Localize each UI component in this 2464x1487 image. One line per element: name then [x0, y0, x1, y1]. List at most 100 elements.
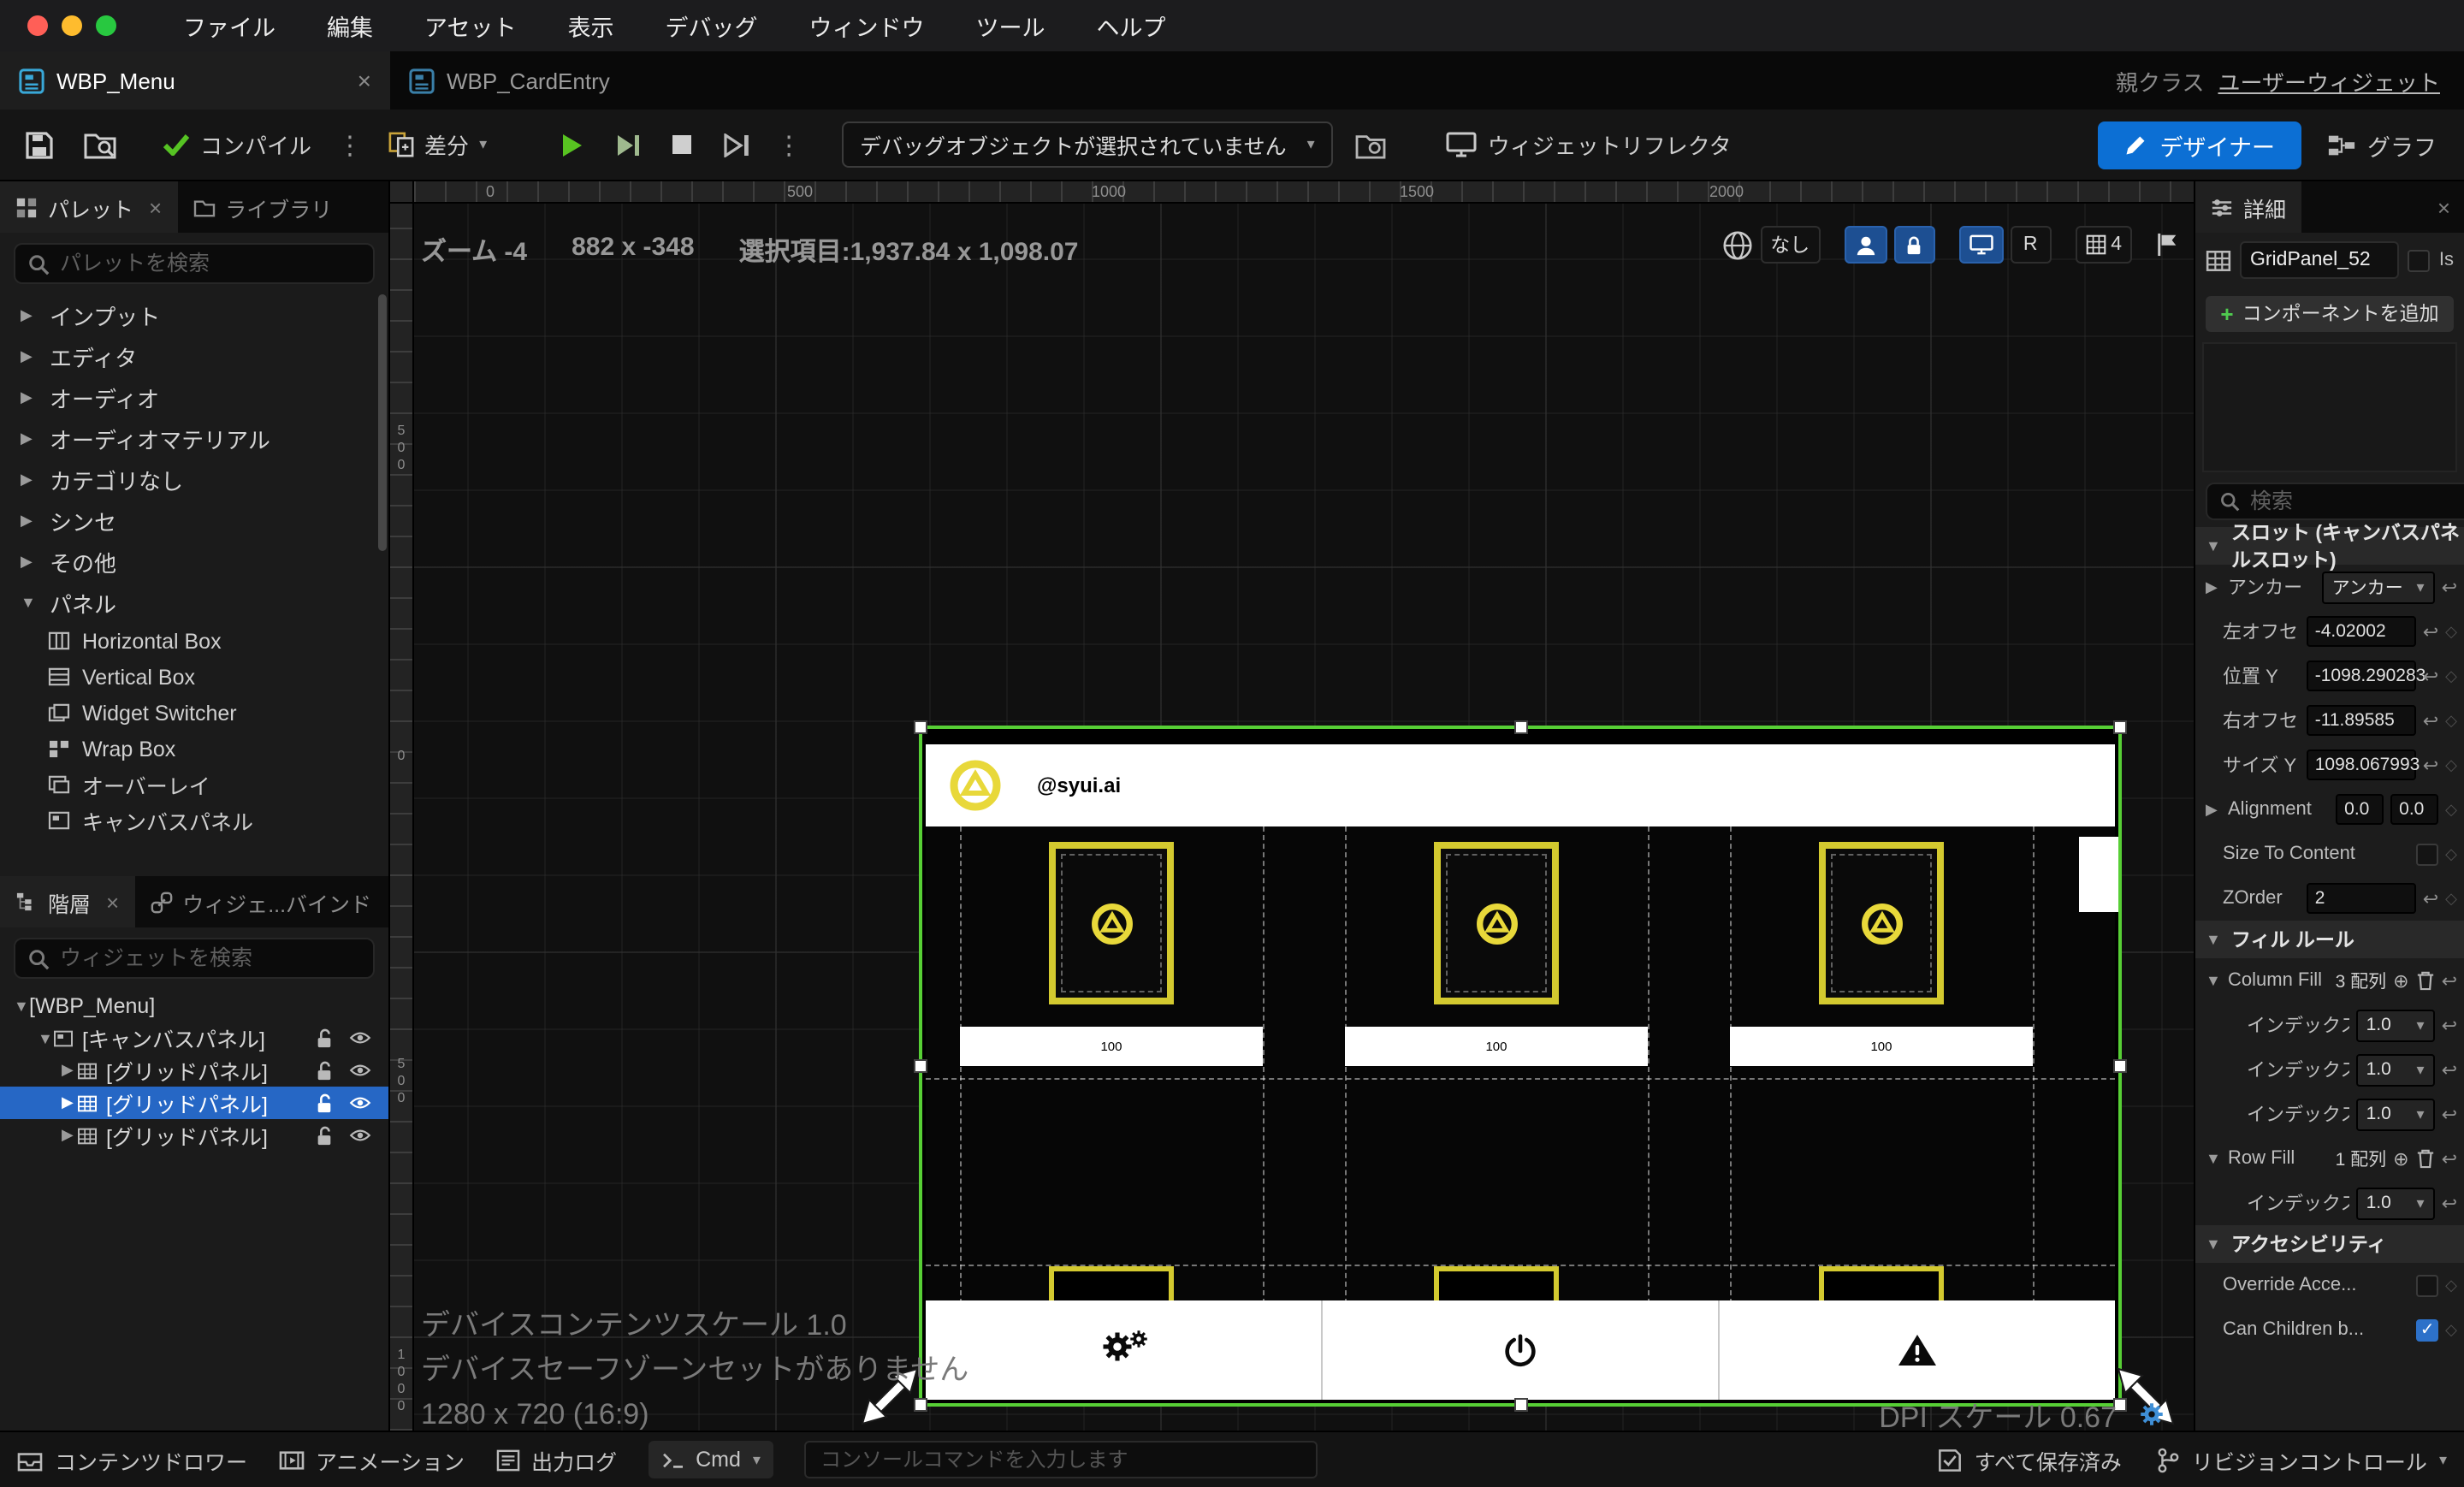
stop-button[interactable]: [663, 127, 699, 163]
save-button[interactable]: [17, 122, 62, 167]
frame-skip-button[interactable]: [607, 126, 648, 163]
unlock-icon[interactable]: [315, 1028, 334, 1048]
tree-item-grid-panel-1[interactable]: ▶ [グリッドパネル]: [0, 1054, 388, 1087]
widget-reflector-button[interactable]: ウィジェットリフレクタ: [1440, 121, 1738, 168]
parent-class-link[interactable]: ユーザーウィジェット: [2218, 64, 2441, 97]
palette-category-editor[interactable]: ▶エディタ: [0, 335, 388, 376]
right-offset-input[interactable]: -11.89585: [2307, 705, 2416, 736]
minimize-window-button[interactable]: [62, 15, 82, 36]
reset-icon[interactable]: ↩: [2442, 1103, 2457, 1125]
close-icon[interactable]: ×: [358, 67, 371, 94]
output-log-button[interactable]: 出力ログ: [495, 1443, 617, 1476]
flag-icon[interactable]: [2156, 231, 2180, 258]
add-element-icon[interactable]: ⊕: [2393, 1147, 2408, 1170]
localization-globe-icon[interactable]: [1721, 228, 1753, 261]
details-search-input[interactable]: [2250, 489, 2464, 513]
browse-debug-object-button[interactable]: [1349, 124, 1394, 165]
eye-icon[interactable]: [349, 1128, 371, 1143]
tree-item-wbp-menu[interactable]: ▼ [WBP_Menu]: [0, 989, 388, 1022]
designer-viewport[interactable]: 0 500 1000 1500 2000 500 0 500 1000 ズーム …: [390, 181, 2194, 1431]
section-fill-rules[interactable]: ▼ フィル ルール: [2195, 921, 2464, 958]
play-options-kebab[interactable]: ⋮: [773, 129, 805, 160]
reset-icon[interactable]: ↩: [2442, 1014, 2457, 1036]
chevron-right-icon[interactable]: ▶: [62, 1061, 77, 1080]
override-accessible-checkbox[interactable]: [2416, 1274, 2438, 1296]
selection-handle[interactable]: [2113, 720, 2127, 734]
revision-control-button[interactable]: リビジョンコントロール ▾: [2156, 1443, 2447, 1476]
can-children-checkbox[interactable]: ✓: [2416, 1318, 2438, 1341]
chevron-down-icon[interactable]: ▼: [14, 997, 29, 1014]
hierarchy-search-input[interactable]: [60, 946, 361, 970]
details-search[interactable]: [2206, 483, 2464, 520]
chevron-down-icon[interactable]: ▼: [38, 1029, 53, 1046]
reset-icon[interactable]: ↩: [2423, 754, 2438, 776]
section-accessibility[interactable]: ▼ アクセシビリティ: [2195, 1225, 2464, 1263]
palette-category-audiomaterial[interactable]: ▶オーディオマテリアル: [0, 418, 388, 459]
bind-diamond-icon[interactable]: ◇: [2445, 622, 2457, 641]
reset-icon[interactable]: ↩: [2423, 887, 2438, 909]
palette-item-vertical-box[interactable]: Vertical Box: [0, 659, 388, 695]
palette-item-horizontal-box[interactable]: Horizontal Box: [0, 623, 388, 659]
palette-category-uncategorized[interactable]: ▶カテゴリなし: [0, 459, 388, 500]
save-status-button[interactable]: すべて保存済み: [1937, 1443, 2122, 1476]
dpi-settings-gear-icon[interactable]: [2137, 1400, 2166, 1429]
bind-diamond-icon[interactable]: ◇: [2445, 1320, 2457, 1339]
chevron-right-icon[interactable]: ▶: [62, 1093, 77, 1112]
browse-asset-button[interactable]: [77, 123, 123, 166]
grid-snap-button[interactable]: 4: [2075, 226, 2132, 264]
menu-asset[interactable]: アセット: [399, 9, 542, 43]
tree-item-grid-panel-2-selected[interactable]: ▶ [グリッドパネル]: [0, 1087, 388, 1119]
diff-button[interactable]: 差分 ▾: [382, 121, 494, 168]
reset-icon[interactable]: ↩: [2423, 665, 2438, 687]
reset-icon[interactable]: ↩: [2442, 969, 2457, 992]
close-icon[interactable]: ×: [149, 194, 162, 220]
console-type-dropdown[interactable]: Cmd ▾: [648, 1441, 774, 1478]
reset-icon[interactable]: ↩: [2442, 1192, 2457, 1214]
tab-wbp-cardentry[interactable]: WBP_CardEntry: [390, 51, 629, 110]
selection-handle[interactable]: [914, 720, 927, 734]
alignment-y-input[interactable]: 0.0: [2390, 794, 2438, 825]
menu-view[interactable]: 表示: [542, 9, 639, 43]
palette-category-audio[interactable]: ▶オーディオ: [0, 376, 388, 418]
bind-diamond-icon[interactable]: ◇: [2445, 666, 2457, 685]
zorder-input[interactable]: 2: [2307, 883, 2416, 914]
is-variable-checkbox[interactable]: [2408, 249, 2431, 271]
eye-icon[interactable]: [349, 1063, 371, 1078]
unlock-icon[interactable]: [315, 1125, 334, 1146]
menu-file[interactable]: ファイル: [157, 9, 301, 43]
palette-category-other[interactable]: ▶その他: [0, 541, 388, 582]
selection-handle[interactable]: [914, 1059, 927, 1073]
add-element-icon[interactable]: ⊕: [2393, 969, 2408, 992]
palette-search-input[interactable]: [60, 252, 361, 275]
size-to-content-checkbox[interactable]: [2416, 843, 2438, 865]
reset-icon[interactable]: ↩: [2442, 576, 2457, 598]
console-command-input[interactable]: [805, 1441, 1318, 1478]
index-dropdown[interactable]: 1.0▾: [2356, 1009, 2435, 1041]
selection-handle[interactable]: [2113, 1059, 2127, 1073]
respect-locks-button[interactable]: R: [2010, 226, 2051, 264]
section-slot[interactable]: ▼ スロット (キャンバスパネルスロット): [2195, 527, 2464, 565]
palette-scrollbar[interactable]: [378, 294, 387, 551]
menu-tools[interactable]: ツール: [950, 9, 1070, 43]
content-drawer-button[interactable]: コンテンツドロワー: [17, 1443, 247, 1476]
palette-item-canvas-panel[interactable]: キャンバスパネル: [0, 803, 388, 838]
chevron-right-icon[interactable]: ▶: [2206, 578, 2221, 596]
trash-icon[interactable]: [2416, 970, 2435, 991]
reset-icon[interactable]: ↩: [2423, 620, 2438, 643]
tab-details[interactable]: 詳細: [2195, 181, 2301, 233]
zoom-window-button[interactable]: [96, 15, 116, 36]
chevron-down-icon[interactable]: ▼: [2206, 1150, 2221, 1167]
palette-category-input[interactable]: ▶インプット: [0, 294, 388, 335]
animation-button[interactable]: アニメーション: [278, 1443, 465, 1476]
add-component-button[interactable]: + コンポーネントを追加: [2205, 295, 2454, 331]
close-window-button[interactable]: [27, 15, 48, 36]
unlock-icon[interactable]: [315, 1093, 334, 1113]
palette-search[interactable]: [14, 243, 375, 284]
graph-mode-button[interactable]: グラフ: [2316, 127, 2447, 162]
bind-diamond-icon[interactable]: ◇: [2445, 1276, 2457, 1294]
palette-category-panel[interactable]: ▼パネル: [0, 582, 388, 623]
chevron-right-icon[interactable]: ▶: [2206, 800, 2221, 819]
menu-edit[interactable]: 編集: [301, 9, 399, 43]
play-button[interactable]: [550, 124, 591, 165]
flow-direction-button[interactable]: なし: [1760, 226, 1820, 264]
